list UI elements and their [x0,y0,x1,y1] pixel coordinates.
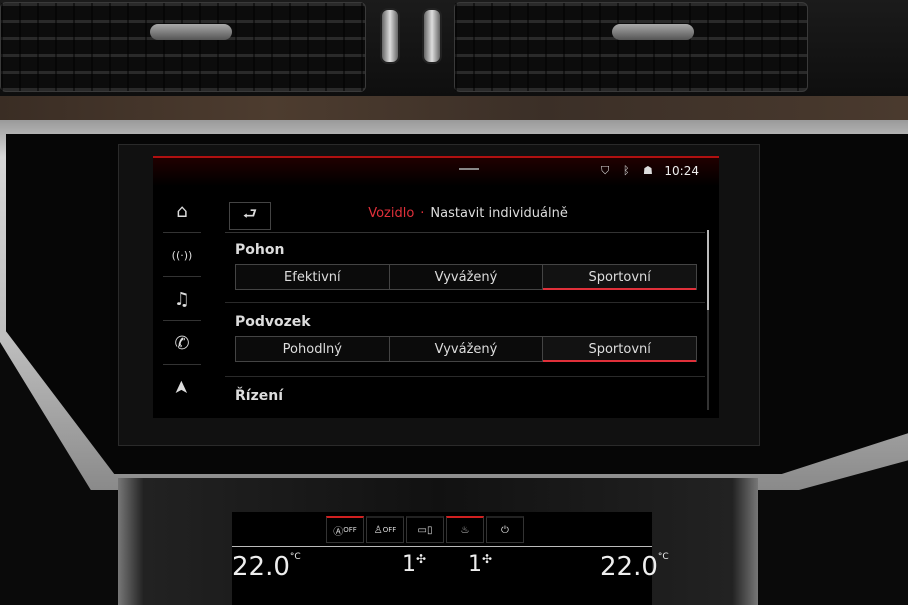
left-vent [0,2,366,92]
seat-heat-button[interactable]: ♨ [446,516,484,543]
podvozek-selector: Pohodlný Vyvážený Sportovní [235,336,697,362]
section-pohon-label: Pohon [235,242,285,258]
infotainment-screen: ⛉ ᛒ ☗ 10:24 ⌂ ((·)) ♫ ✆ ➤ Vozidlo · Nastav… [153,156,719,418]
vent-thumbwheel-right [422,8,442,64]
fan-icon: ✣ [482,552,493,566]
seat-off-icon: ♙ [373,524,383,536]
scrollbar-thumb[interactable] [707,230,709,310]
climate-screen: Ⓐ OFF ♙ OFF ▭▯ ♨ ⏻ 22.0°C 1✣ 1✣ 22.0°C [232,512,669,605]
status-bar: ⛉ ᛒ ☗ 10:24 [153,156,719,186]
recirculation-icon: ▭▯ [417,524,433,536]
back-button[interactable]: ⮐ [229,202,271,230]
connectivity-icon: ⛉ [601,164,610,177]
page-title: Vozidlo · Nastavit individuálně [225,206,711,221]
section-podvozek-label: Podvozek [235,314,311,330]
auto-off-icon: Ⓐ [333,526,344,538]
seat-off-button[interactable]: ♙ OFF [366,516,404,543]
right-fan-level[interactable]: 1✣ [468,552,492,577]
fan-icon: ✣ [416,552,427,566]
sidebar-nav: ⌂ ((·)) ♫ ✆ ➤ [163,190,201,412]
radio-icon: ((·)) [171,248,193,262]
section-divider [225,302,705,303]
pohon-selector: Efektivní Vyvážený Sportovní [235,264,697,290]
recirculation-button[interactable]: ▭▯ [406,516,444,543]
power-button[interactable]: ⏻ [486,516,524,543]
podvozek-option-pohodlny[interactable]: Pohodlný [236,337,390,361]
pull-down-handle[interactable] [459,168,479,170]
air-vents [0,0,908,98]
right-temperature[interactable]: 22.0°C [600,552,669,582]
pohon-option-efektivni[interactable]: Efektivní [236,265,390,289]
phone-icon: ✆ [174,332,190,354]
sidebar-item-home[interactable]: ⌂ [163,190,201,233]
right-vent [454,2,808,92]
breadcrumb[interactable]: Vozidlo [368,206,414,221]
pohon-option-vyvazeny[interactable]: Vyvážený [390,265,544,289]
page-title-text: Nastavit individuálně [430,206,568,221]
section-rizeni-label[interactable]: Řízení [235,388,283,404]
power-icon: ⏻ [501,524,509,536]
auto-off-button[interactable]: Ⓐ OFF [326,516,364,543]
sidebar-item-music[interactable]: ♫ [163,278,201,321]
header-divider [225,232,705,233]
user-icon: ☗ [643,164,653,177]
left-fan-level[interactable]: 1✣ [402,552,426,577]
seat-heat-icon: ♨ [460,524,470,536]
sidebar-item-navigation[interactable]: ➤ [163,366,201,408]
breadcrumb-separator: · [420,206,425,221]
pohon-option-sportovni[interactable]: Sportovní [543,265,697,290]
section-divider [225,376,705,377]
right-vent-knob [612,24,694,40]
podvozek-option-vyvazeny[interactable]: Vyvážený [390,337,544,361]
podvozek-option-sportovni[interactable]: Sportovní [543,337,697,362]
climate-button-row: Ⓐ OFF ♙ OFF ▭▯ ♨ ⏻ [326,516,550,544]
vent-thumbwheel-left [380,8,400,64]
music-icon: ♫ [173,288,191,310]
back-icon: ⮐ [242,203,258,223]
left-vent-knob [150,24,232,40]
navigation-icon: ➤ [171,379,193,395]
left-temperature[interactable]: 22.0°C [232,552,301,582]
clock: 10:24 [664,164,699,178]
home-icon: ⌂ [176,200,188,222]
bluetooth-icon: ᛒ [623,164,630,177]
climate-divider [232,546,652,547]
settings-panel: Vozidlo · Nastavit individuálně ⮐ Pohon Ef… [225,190,711,418]
sidebar-item-radio[interactable]: ((·)) [163,234,201,277]
sidebar-item-phone[interactable]: ✆ [163,322,201,365]
